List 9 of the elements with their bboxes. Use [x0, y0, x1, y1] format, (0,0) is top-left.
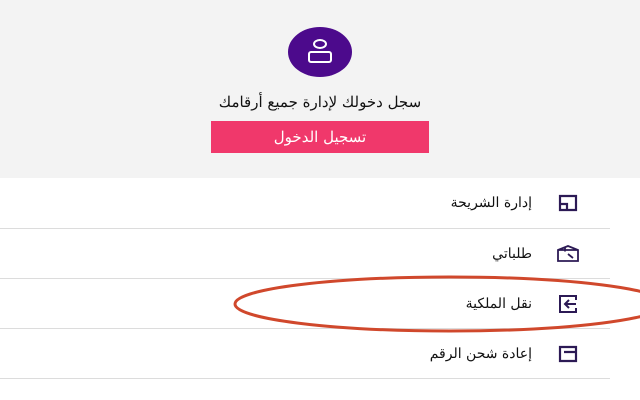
menu-item[interactable]: طلباتي	[0, 229, 610, 279]
menu-item[interactable]: إدارة الشريحة	[0, 178, 610, 229]
user-avatar-icon	[288, 27, 352, 77]
login-prompt: سجل دخولك لإدارة جميع أرقامك	[218, 93, 422, 111]
enter-arrow-icon	[556, 292, 580, 314]
menu-item[interactable]: نقل الملكية	[0, 279, 610, 329]
login-button[interactable]: تسجيل الدخول	[211, 121, 429, 153]
menu-item[interactable]: إعادة شحن الرقم	[0, 329, 610, 379]
sim-card-icon	[556, 192, 580, 214]
